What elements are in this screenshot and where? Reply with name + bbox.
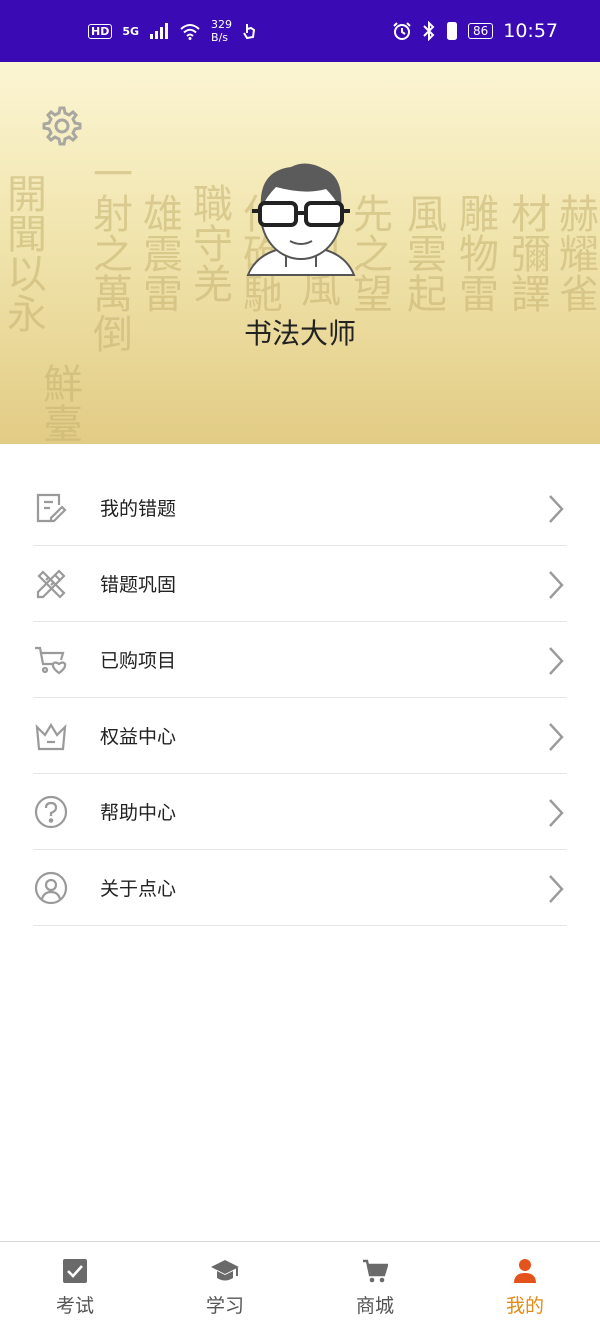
tab-label: 商城 <box>355 1295 394 1317</box>
net-speed-unit: B/s <box>211 31 229 44</box>
net-speed-value: 329 <box>211 18 233 31</box>
chevron-right-icon <box>549 799 564 827</box>
menu-item-label: 我的错题 <box>100 498 177 520</box>
chevron-right-icon <box>549 495 564 523</box>
cart-heart-icon <box>33 642 69 678</box>
network-type: 5G <box>122 24 140 38</box>
tab-label: 考试 <box>55 1295 94 1317</box>
menu-item-label: 权益中心 <box>100 726 177 748</box>
signal-icon <box>150 23 169 39</box>
net-speed: 329 B/s <box>211 18 232 44</box>
bottom-nav: 考试 学习 商城 我的 <box>0 1241 600 1333</box>
calligraphy-background: 風雲起 <box>400 193 446 313</box>
calligraphy-background: 材彌譯 <box>504 193 550 313</box>
menu-item-label: 关于点心 <box>100 878 177 900</box>
checkbox-icon <box>63 1259 87 1283</box>
tab-label: 学习 <box>205 1295 244 1317</box>
wifi-icon <box>180 24 200 40</box>
status-left: HD 5G 329 B/s <box>88 18 256 44</box>
profile-header: 開聞以永 鮮臺 一射之萬倒 雄震雷 職守羌 作砲馳 天山風 先之望 風雲起 雕物… <box>0 62 600 444</box>
clock: 10:57 <box>503 20 558 42</box>
user-circle-icon <box>33 870 69 906</box>
calligraphy-background: 職守羌 <box>186 183 232 303</box>
status-right: 86 10:57 <box>392 20 558 42</box>
chevron-right-icon <box>549 875 564 903</box>
menu-item-benefits-center[interactable]: 权益中心 <box>33 698 567 774</box>
calligraphy-background: 一射之萬倒 <box>86 153 132 353</box>
menu-item-my-wrong-questions[interactable]: 我的错题 <box>33 470 567 546</box>
profile-menu: 我的错题 错题巩固 已购项目 权益中心 帮助中心 关于点心 <box>33 470 567 926</box>
note-edit-icon <box>33 490 69 526</box>
menu-item-wrong-question-review[interactable]: 错题巩固 <box>33 546 567 622</box>
menu-item-purchased-items[interactable]: 已购项目 <box>33 622 567 698</box>
hd-badge: HD <box>88 23 113 39</box>
calligraphy-background: 雄震雷 <box>136 193 182 313</box>
menu-item-label: 已购项目 <box>100 650 177 672</box>
calligraphy-background: 先之望 <box>346 193 392 313</box>
tab-label: 我的 <box>505 1295 544 1317</box>
calligraphy-background: 赫耀雀 <box>552 193 598 313</box>
calligraphy-background: 雕物雷 <box>452 193 498 313</box>
pencil-ruler-icon <box>33 566 69 602</box>
crown-icon <box>33 718 69 754</box>
alarm-icon <box>393 22 411 40</box>
chevron-right-icon <box>549 723 564 751</box>
cart-icon <box>363 1259 388 1283</box>
tab-mall[interactable]: 商城 <box>300 1242 450 1333</box>
menu-item-about[interactable]: 关于点心 <box>33 850 567 926</box>
bluetooth-icon <box>423 21 435 41</box>
avatar[interactable] <box>246 157 356 281</box>
settings-gear-icon[interactable] <box>40 104 84 148</box>
chevron-right-icon <box>549 571 564 599</box>
notification-hand-icon <box>243 24 256 40</box>
question-circle-icon <box>33 794 69 830</box>
graduation-cap-icon <box>211 1260 239 1281</box>
chevron-right-icon <box>549 647 564 675</box>
status-bar: HD 5G 329 B/s 86 10:57 <box>0 0 600 62</box>
tab-exam[interactable]: 考试 <box>0 1242 150 1333</box>
vibrate-icon <box>446 22 457 40</box>
tab-mine[interactable]: 我的 <box>450 1242 600 1333</box>
battery-indicator: 86 <box>467 23 494 39</box>
tab-study[interactable]: 学习 <box>150 1242 300 1333</box>
menu-item-label: 错题巩固 <box>100 574 177 596</box>
person-icon <box>514 1259 536 1283</box>
menu-item-help-center[interactable]: 帮助中心 <box>33 774 567 850</box>
menu-item-label: 帮助中心 <box>100 802 177 824</box>
username: 书法大师 <box>243 317 356 350</box>
